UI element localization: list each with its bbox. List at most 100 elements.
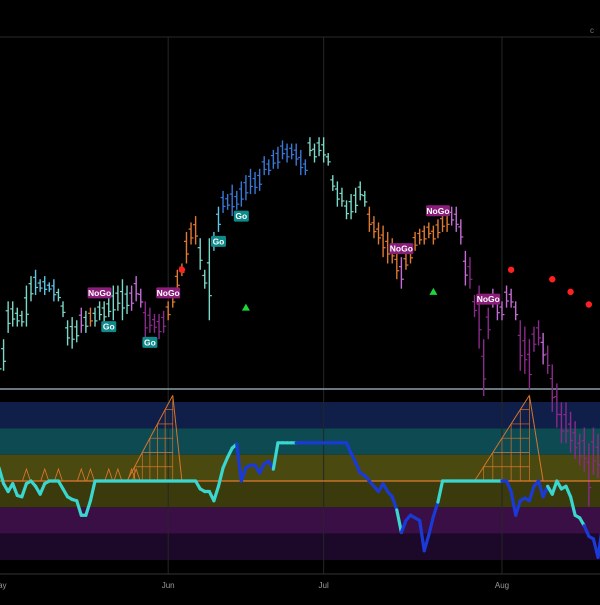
go-label-text: Go bbox=[235, 211, 247, 221]
price-bar bbox=[15, 308, 20, 327]
price-bar bbox=[275, 147, 280, 169]
price-bar bbox=[134, 276, 139, 301]
price-bar bbox=[527, 339, 532, 389]
price-bar bbox=[298, 150, 303, 175]
red-dot-marker bbox=[179, 267, 185, 273]
price-bar bbox=[61, 301, 66, 317]
price-bar bbox=[234, 191, 239, 210]
price-bar bbox=[358, 181, 363, 200]
go-label: Go bbox=[101, 321, 116, 332]
x-tick-label: Jun bbox=[162, 581, 175, 590]
price-bar bbox=[289, 144, 294, 160]
price-bar bbox=[285, 144, 290, 163]
price-bar bbox=[536, 320, 541, 345]
green-triangle-marker bbox=[242, 304, 250, 311]
nogo-label-text: NoGo bbox=[88, 288, 111, 298]
x-tick-label: Jul bbox=[319, 581, 329, 590]
price-bar bbox=[253, 172, 258, 194]
go-label: Go bbox=[234, 211, 249, 222]
price-bar bbox=[509, 289, 514, 308]
nogo-label-text: NoGo bbox=[426, 206, 449, 216]
price-bar bbox=[463, 251, 468, 286]
price-bar bbox=[339, 188, 344, 207]
price-bar bbox=[225, 194, 230, 210]
price-bar bbox=[93, 308, 98, 327]
price-bar bbox=[97, 301, 102, 320]
price-bar bbox=[10, 301, 15, 326]
price-bar bbox=[353, 188, 358, 213]
price-bar bbox=[198, 238, 203, 270]
price-bar bbox=[184, 232, 189, 264]
price-bar bbox=[326, 153, 331, 166]
price-bar bbox=[19, 311, 24, 327]
gonogo-chart: NoGoGoGoNoGoGoGoNoGoNoGoNoGo MayJunJulAu… bbox=[0, 0, 600, 600]
price-bar bbox=[129, 286, 134, 311]
nogo-label: NoGo bbox=[476, 294, 500, 305]
price-bar bbox=[307, 137, 312, 156]
price-bar bbox=[426, 222, 431, 238]
price-bar bbox=[79, 308, 84, 333]
nogo-label-text: NoGo bbox=[390, 244, 413, 254]
osc-band bbox=[0, 534, 600, 560]
price-bar bbox=[1, 339, 6, 371]
price-bar bbox=[499, 301, 504, 320]
price-bar bbox=[312, 144, 317, 163]
price-bar bbox=[47, 282, 52, 291]
price-bar bbox=[120, 279, 125, 320]
go-label-text: Go bbox=[213, 236, 225, 246]
price-bar bbox=[531, 327, 536, 352]
price-bar bbox=[138, 289, 143, 308]
price-bar bbox=[6, 301, 11, 333]
price-bar bbox=[271, 150, 276, 169]
green-triangle-marker bbox=[429, 288, 437, 295]
nogo-label: NoGo bbox=[426, 205, 450, 216]
x-tick-label: Aug bbox=[495, 581, 509, 590]
price-bar bbox=[166, 301, 171, 320]
price-bar bbox=[371, 216, 376, 238]
price-bar bbox=[202, 270, 207, 289]
price-bar bbox=[280, 140, 285, 159]
price-bar bbox=[56, 289, 61, 302]
price-bar bbox=[189, 222, 194, 244]
corner-label: c bbox=[590, 26, 594, 35]
price-bar bbox=[376, 222, 381, 244]
price-bar bbox=[0, 364, 2, 370]
price-bar bbox=[317, 137, 322, 156]
price-bar bbox=[24, 286, 29, 327]
nogo-label: NoGo bbox=[88, 287, 112, 298]
red-dot-marker bbox=[567, 289, 573, 295]
price-bar bbox=[239, 181, 244, 206]
go-label: Go bbox=[142, 337, 157, 348]
price-bar bbox=[335, 181, 340, 206]
price-bar bbox=[417, 229, 422, 245]
price-bar bbox=[147, 308, 152, 333]
price-bar bbox=[294, 144, 299, 166]
price-bar bbox=[102, 301, 107, 323]
price-bar bbox=[435, 219, 440, 238]
price-bar bbox=[330, 175, 335, 191]
price-bar bbox=[248, 169, 253, 194]
price-bar bbox=[344, 200, 349, 219]
price-bar bbox=[262, 156, 267, 175]
price-bar bbox=[522, 327, 527, 374]
price-bar bbox=[161, 311, 166, 333]
price-bar bbox=[545, 346, 550, 374]
price-bar bbox=[394, 251, 399, 279]
price-bar bbox=[321, 137, 326, 162]
price-bar bbox=[230, 185, 235, 217]
red-dot-marker bbox=[549, 276, 555, 282]
osc-band bbox=[0, 402, 600, 428]
price-bar bbox=[207, 238, 212, 320]
price-bar bbox=[74, 320, 79, 342]
osc-band bbox=[0, 455, 600, 481]
nogo-label: NoGo bbox=[156, 287, 180, 298]
price-bar bbox=[152, 314, 157, 333]
price-bar bbox=[367, 207, 372, 232]
price-bar bbox=[458, 219, 463, 244]
price-bar bbox=[88, 308, 93, 327]
price-bar bbox=[422, 226, 427, 245]
price-bar bbox=[257, 169, 262, 191]
price-bar bbox=[381, 226, 386, 258]
price-bar bbox=[221, 191, 226, 213]
price-bar bbox=[467, 257, 472, 289]
